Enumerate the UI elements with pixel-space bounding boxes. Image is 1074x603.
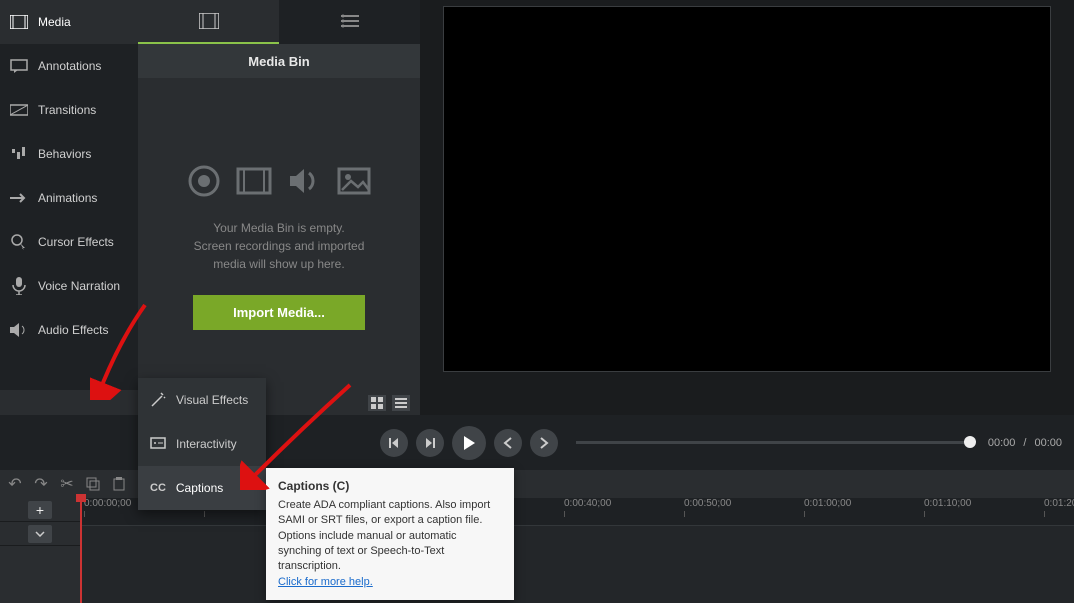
tooltip-title: Captions (C)	[278, 478, 502, 495]
copy-button[interactable]	[84, 475, 102, 493]
nav-behaviors-label: Behaviors	[38, 147, 91, 161]
time-current: 00:00	[988, 437, 1016, 449]
prev-frame-button[interactable]	[380, 429, 408, 457]
step-fwd-button[interactable]	[530, 429, 558, 457]
nav-cursor-effects-label: Cursor Effects	[38, 235, 114, 249]
step-back-button[interactable]	[494, 429, 522, 457]
tab-library[interactable]	[279, 0, 420, 44]
tooltip-body: Create ADA compliant captions. Also impo…	[278, 498, 502, 575]
cut-button[interactable]: ✂	[58, 475, 76, 493]
tab-clip-bin[interactable]	[138, 0, 279, 44]
media-bin-body: Your Media Bin is empty. Screen recordin…	[138, 78, 420, 415]
image-icon	[336, 163, 372, 199]
nav-behaviors[interactable]: Behaviors	[0, 132, 138, 176]
playhead[interactable]	[80, 498, 82, 603]
nav-voice-narration-label: Voice Narration	[38, 279, 120, 293]
mic-icon	[10, 277, 28, 295]
empty-line: media will show up here.	[194, 255, 365, 273]
record-icon	[186, 163, 222, 199]
video-icon	[236, 163, 272, 199]
cc-icon: CC	[150, 482, 166, 494]
panel-title: Media Bin	[138, 44, 420, 78]
timeline-body: + 0:00:00;00 0:00:10;00 0:00:20;00 0:00:…	[0, 498, 1074, 603]
next-frame-button[interactable]	[416, 429, 444, 457]
play-button[interactable]	[452, 426, 486, 460]
track-controls: +	[0, 498, 80, 603]
film-icon	[10, 13, 28, 31]
redo-button[interactable]: ↷	[32, 475, 50, 493]
panel-tabs	[138, 0, 420, 44]
preview-panel	[420, 0, 1074, 415]
media-panel: Media Bin Your Media Bin is empty. Scree…	[138, 0, 420, 415]
nav-transitions[interactable]: Transitions	[0, 88, 138, 132]
timeline-tracks[interactable]	[80, 526, 1074, 603]
media-type-icons	[186, 163, 372, 199]
nav-annotations[interactable]: Annotations	[0, 44, 138, 88]
quiz-icon	[150, 437, 166, 451]
nav-animations-label: Animations	[38, 191, 97, 205]
time-sep: /	[1023, 437, 1026, 449]
menu-item-label: Visual Effects	[176, 393, 248, 407]
tooltip-help-link[interactable]: Click for more help.	[278, 576, 373, 588]
ruler-tick: 0:01:10;00	[924, 498, 971, 509]
ruler-tick: 0:01:00;00	[804, 498, 851, 509]
nav-voice-narration[interactable]: Voice Narration	[0, 264, 138, 308]
left-sidebar: Media Annotations Transitions Behaviors …	[0, 0, 138, 415]
menu-captions[interactable]: CC Captions	[138, 466, 266, 510]
nav-media[interactable]: Media	[0, 0, 138, 44]
film-icon	[199, 13, 219, 29]
ruler-tick: 0:01:20	[1044, 498, 1074, 509]
callout-icon	[10, 57, 28, 75]
cursor-icon	[10, 233, 28, 251]
ruler-tick: 0:00:00;00	[84, 498, 131, 509]
nav-cursor-effects[interactable]: Cursor Effects	[0, 220, 138, 264]
speaker-icon	[10, 321, 28, 339]
nav-audio-effects-label: Audio Effects	[38, 323, 109, 337]
nav-transitions-label: Transitions	[38, 103, 96, 117]
more-popup-menu: Visual Effects Interactivity CC Captions	[138, 378, 266, 510]
list-view-button[interactable]	[392, 395, 410, 411]
nav-audio-effects[interactable]: Audio Effects	[0, 308, 138, 352]
menu-item-label: Interactivity	[176, 437, 237, 451]
arrow-right-icon	[10, 189, 28, 207]
import-media-button[interactable]: Import Media...	[193, 295, 365, 330]
ruler-tick: 0:00:40;00	[564, 498, 611, 509]
transitions-icon	[10, 101, 28, 119]
paste-button[interactable]	[110, 475, 128, 493]
nav-media-label: Media	[38, 15, 71, 29]
seek-handle[interactable]	[964, 436, 976, 448]
preview-canvas[interactable]	[443, 6, 1051, 372]
empty-line: Your Media Bin is empty.	[194, 219, 365, 237]
seek-bar[interactable]	[576, 441, 970, 444]
time-total: 00:00	[1034, 437, 1062, 449]
nav-animations[interactable]: Animations	[0, 176, 138, 220]
audio-icon	[286, 163, 322, 199]
canvas-area	[420, 0, 1074, 415]
add-track-button[interactable]: +	[28, 501, 52, 519]
nav-annotations-label: Annotations	[38, 59, 101, 73]
behaviors-icon	[10, 145, 28, 163]
track-expand-button[interactable]	[28, 525, 52, 543]
menu-visual-effects[interactable]: Visual Effects	[138, 378, 266, 422]
menu-item-label: Captions	[176, 481, 223, 495]
undo-button[interactable]: ↶	[6, 475, 24, 493]
wand-icon	[150, 392, 166, 408]
ruler-tick: 0:00:50;00	[684, 498, 731, 509]
captions-tooltip: Captions (C) Create ADA compliant captio…	[266, 468, 514, 600]
menu-interactivity[interactable]: Interactivity	[138, 422, 266, 466]
list-icon	[341, 14, 359, 28]
grid-view-button[interactable]	[368, 395, 386, 411]
empty-line: Screen recordings and imported	[194, 237, 365, 255]
empty-message: Your Media Bin is empty. Screen recordin…	[194, 219, 365, 273]
